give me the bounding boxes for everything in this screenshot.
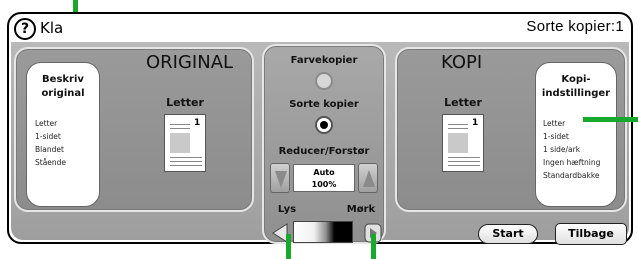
copy-paper-icon: 1 <box>442 114 484 172</box>
original-setting-orientation: Stående <box>35 158 67 167</box>
color-copies-label: Farvekopier <box>290 55 358 66</box>
zoom-decrease-button[interactable] <box>270 163 290 193</box>
callout-line-light <box>286 234 291 259</box>
arrow-up-icon <box>363 170 375 187</box>
copy-setting-pages: 1 side/ark <box>543 145 581 154</box>
callout-line-dark <box>371 234 376 259</box>
app-title: Kla <box>40 19 64 37</box>
original-setting-content: Blandet <box>35 145 64 154</box>
back-button[interactable]: Tilbage <box>555 223 627 245</box>
zoom-increase-button[interactable] <box>358 163 378 193</box>
help-icon[interactable]: ? <box>14 18 36 40</box>
copy-paper-label: Letter <box>444 96 482 109</box>
copy-setting-sides: 1-sidet <box>543 132 569 141</box>
copy-settings-label-1: Kopi- <box>561 74 591 85</box>
copy-title: KOPI <box>441 52 483 73</box>
original-title: ORIGINAL <box>146 52 234 73</box>
original-setting-size: Letter <box>35 119 58 128</box>
describe-original-label-1: Beskriv <box>42 74 84 85</box>
black-copies-label: Sorte kopier <box>289 99 359 110</box>
original-settings-list: Letter 1-sidet Blandet Stående <box>35 117 66 169</box>
copy-settings-label-2: indstillinger <box>541 88 611 99</box>
zoom-label: Reducer/Forstør <box>278 146 370 157</box>
original-setting-sides: 1-sidet <box>35 132 61 141</box>
original-paper-icon: 1 <box>164 114 206 172</box>
light-label: Lys <box>277 204 297 215</box>
black-copies-radio[interactable] <box>315 116 333 134</box>
callout-line-settings <box>583 117 638 122</box>
zoom-mode: Auto <box>313 168 335 177</box>
copy-settings-button[interactable]: Kopi- indstillinger Letter 1-sidet 1 sid… <box>536 63 616 206</box>
describe-original-button[interactable]: Beskriv original Letter 1-sidet Blandet … <box>27 63 99 206</box>
copy-setting-staple: Ingen hæftning <box>543 158 601 167</box>
start-button[interactable]: Start <box>478 224 538 244</box>
copies-status: Sorte kopier:1 <box>526 18 624 35</box>
describe-original-label-2: original <box>41 88 85 99</box>
darkness-slider[interactable] <box>293 221 353 243</box>
arrow-down-icon <box>275 171 287 188</box>
dark-label: Mørk <box>346 204 376 215</box>
zoom-value: 100% <box>311 180 337 189</box>
copy-setting-tray: Standardbakke <box>543 171 600 180</box>
original-paper-label: Letter <box>166 96 204 109</box>
zoom-display: Auto 100% <box>293 164 355 192</box>
copy-settings-list: Letter 1-sidet 1 side/ark Ingen hæftning… <box>543 117 600 182</box>
color-copies-radio[interactable] <box>315 72 333 90</box>
